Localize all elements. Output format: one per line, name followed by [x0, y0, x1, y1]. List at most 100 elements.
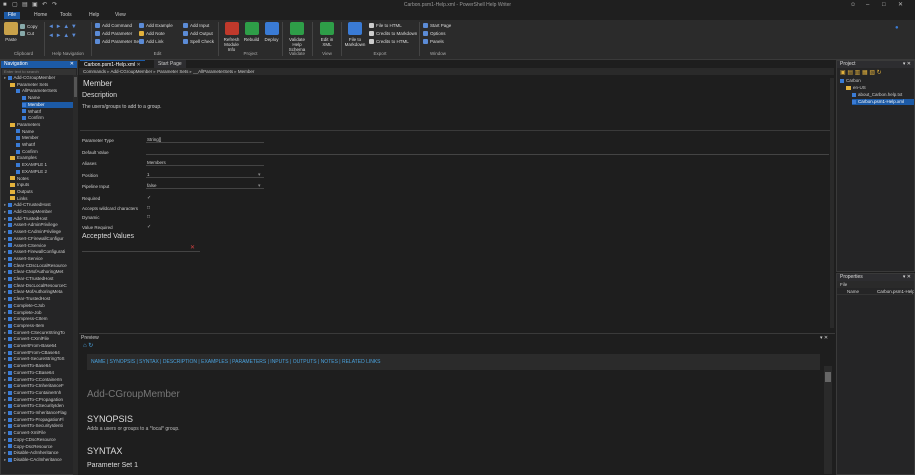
add-command-button[interactable]: Add Command: [95, 23, 132, 29]
tree-item[interactable]: EXAMPLE 1: [16, 162, 73, 168]
position-field[interactable]: 1: [146, 171, 264, 178]
tree-item[interactable]: ▸ Complete-CJob: [4, 303, 73, 309]
tree-item[interactable]: ▸ Copy-CDscResource: [4, 437, 73, 443]
tree-item[interactable]: WhatIf: [16, 142, 73, 148]
tree-item[interactable]: ▸ Clear-CTrustedHost: [4, 276, 73, 282]
tree-item[interactable]: ▸ ConvertFrom-CBase64: [4, 350, 73, 356]
tree-item[interactable]: ▸ ConvertTo-CContainerIn: [4, 377, 73, 383]
credits-to-html-button[interactable]: Credits to HTML: [369, 39, 409, 45]
menu-view[interactable]: View: [111, 12, 130, 19]
tree-item[interactable]: Links: [10, 196, 73, 202]
tree-item[interactable]: ▸ Compress-CItem: [4, 316, 73, 322]
start-page-button[interactable]: Start Page: [423, 23, 451, 29]
tree-item[interactable]: ▸ Assert-FirewallConfigurati: [4, 249, 73, 255]
help-icon[interactable]: ●: [895, 25, 901, 31]
tree-item[interactable]: ▸ Convert-XmlFile: [4, 430, 73, 436]
project-tree-item[interactable]: Carbon: [840, 78, 914, 84]
breadcrumb-item[interactable]: Add-CGroupMember: [111, 69, 153, 74]
tree-item[interactable]: Member: [22, 101, 73, 108]
file-to-html-button[interactable]: File to HTML: [369, 23, 402, 29]
panels-button[interactable]: Panels: [423, 39, 444, 45]
menu-tools[interactable]: Tools: [56, 12, 76, 19]
tree-item[interactable]: ▸ ConvertTo-CBase64: [4, 370, 73, 376]
tree-item[interactable]: Examples: [10, 155, 73, 161]
add-example-button[interactable]: Add Example: [139, 23, 173, 29]
pin-icon[interactable]: ✕: [70, 61, 74, 68]
tree-item[interactable]: ▸ Assert-CFirewallConfigur: [4, 236, 73, 242]
menu-home[interactable]: Home: [30, 12, 51, 19]
paste-button[interactable]: Paste: [4, 22, 18, 42]
tree-item[interactable]: ▸ Assert-Service: [4, 256, 73, 262]
scrollbar-thumb[interactable]: [825, 372, 831, 382]
tree-item[interactable]: ▸ Assert-CService: [4, 243, 73, 249]
deploy-button[interactable]: Deploy: [262, 22, 281, 42]
tree-item[interactable]: ▸ Complete-Job: [4, 310, 73, 316]
property-value[interactable]: Carbon.psm1-Help.xml: [877, 288, 914, 294]
tree-item[interactable]: Inputs: [10, 182, 73, 188]
preview-scrollbar[interactable]: [824, 366, 832, 474]
menu-file[interactable]: File: [4, 12, 21, 19]
rebuild-button[interactable]: Rebuild: [242, 22, 261, 42]
dynamic-checkbox[interactable]: □: [147, 214, 152, 220]
preview-close-icon[interactable]: ▾ ✕: [820, 335, 828, 341]
tree-item[interactable]: ▸ Clear-MofAuthoringMeta: [4, 289, 73, 295]
tree-item[interactable]: ▸ Copy-DscResource: [4, 444, 73, 450]
project-toolbar[interactable]: ▣ ▤ ▥ ▦ ▧ ↻: [837, 68, 914, 77]
tree-item[interactable]: ▸ Compress-Item: [4, 323, 73, 329]
project-close-icon[interactable]: ▾ ✕: [903, 61, 911, 68]
default-value-field[interactable]: [146, 148, 829, 155]
add-input-button[interactable]: Add Input: [183, 23, 209, 29]
breadcrumb-item[interactable]: Parameter Sets: [157, 69, 188, 74]
tree-item[interactable]: Parameters: [10, 122, 73, 128]
options-button[interactable]: Options: [423, 31, 446, 37]
tree-item[interactable]: ▸ Assert-AdminPrivilege: [4, 222, 73, 228]
file-to-markdown-button[interactable]: File to Markdown: [344, 22, 366, 47]
required-checkbox[interactable]: ✓: [147, 195, 152, 201]
breadcrumb-item[interactable]: Commands: [83, 69, 106, 74]
add-parameter-set-button[interactable]: Add Parameter Set: [95, 39, 140, 45]
nav-arrows[interactable]: ◄ ► ▲ ▼: [48, 24, 77, 30]
account-icon[interactable]: ☺: [850, 2, 856, 8]
tree-item[interactable]: Confirm: [22, 115, 73, 121]
tree-item[interactable]: WhatIf: [22, 109, 73, 115]
chevron-down-icon[interactable]: ▾: [258, 172, 261, 178]
tree-item[interactable]: Confirm: [16, 149, 73, 155]
tree-item[interactable]: ▸ ConvertTo-Base64: [4, 363, 73, 369]
properties-close-icon[interactable]: ▾ ✕: [903, 274, 911, 281]
tree-item[interactable]: ▸ Clear-TrustedHost: [4, 296, 73, 302]
tree-item[interactable]: EXAMPLE 2: [16, 169, 73, 175]
nav-collapse[interactable]: ◄ ► ▲ ▼: [48, 33, 77, 39]
tree-item[interactable]: ▸ Disable-CAclInheritance: [4, 457, 73, 463]
tree-item[interactable]: ▸ Add-CGroupMember: [4, 75, 73, 81]
accepts-wildcard-characters-checkbox[interactable]: □: [147, 205, 152, 211]
pipeline-input-field[interactable]: false: [146, 182, 264, 189]
tree-item[interactable]: ▸ Add-GroupMember: [4, 209, 73, 215]
tree-item[interactable]: ▸ ConvertTo-CInheritanceF: [4, 383, 73, 389]
credits-to-markdown-button[interactable]: Credits to Markdown: [369, 31, 417, 37]
tree-item[interactable]: ▸ Disable-AclInheritance: [4, 450, 73, 456]
tree-item[interactable]: Member: [16, 135, 73, 141]
tree-item[interactable]: ▸ Clear-CMofAuthoringMet: [4, 269, 73, 275]
project-tree-item[interactable]: about_Carbon.help.txt: [852, 92, 914, 98]
cut-button[interactable]: Cut: [20, 31, 34, 37]
navigation-scrollbar[interactable]: [73, 75, 78, 475]
add-output-button[interactable]: Add Output: [183, 31, 213, 37]
tree-item[interactable]: ▸ ConvertTo-PropagationFl: [4, 417, 73, 423]
tree-item[interactable]: ▸ Clear-CDscLocalResource: [4, 263, 73, 269]
parameter-type-field[interactable]: String[]: [146, 136, 264, 143]
breadcrumb-item[interactable]: Member: [238, 69, 255, 74]
tree-item[interactable]: Outputs: [10, 189, 73, 195]
breadcrumb-item[interactable]: __AllParameterSets: [193, 69, 233, 74]
tree-item[interactable]: ▸ ConvertTo-InheritanceFlag: [4, 410, 73, 416]
copy-button[interactable]: Copy: [20, 24, 38, 30]
refresh-module-info-button[interactable]: Refresh Module Info: [222, 22, 241, 52]
add-link-button[interactable]: Add Link: [139, 39, 164, 45]
preview-section-links[interactable]: NAME | SYNOPSIS | SYNTAX | DESCRIPTION |…: [87, 354, 820, 370]
tab-carbon-psm1-help-xml[interactable]: Carbon.psm1-Help.xml ✕: [80, 60, 145, 68]
aliases-field[interactable]: Members: [146, 159, 264, 166]
tree-item[interactable]: ▸ Convert-CSecureStringTo: [4, 330, 73, 336]
remove-value-icon[interactable]: ✕: [190, 244, 195, 251]
tree-item[interactable]: Notes: [10, 176, 73, 182]
tree-item[interactable]: AllParameterSets: [16, 88, 73, 94]
tree-item[interactable]: ▸ ConvertTo-SecurityIdenti: [4, 423, 73, 429]
